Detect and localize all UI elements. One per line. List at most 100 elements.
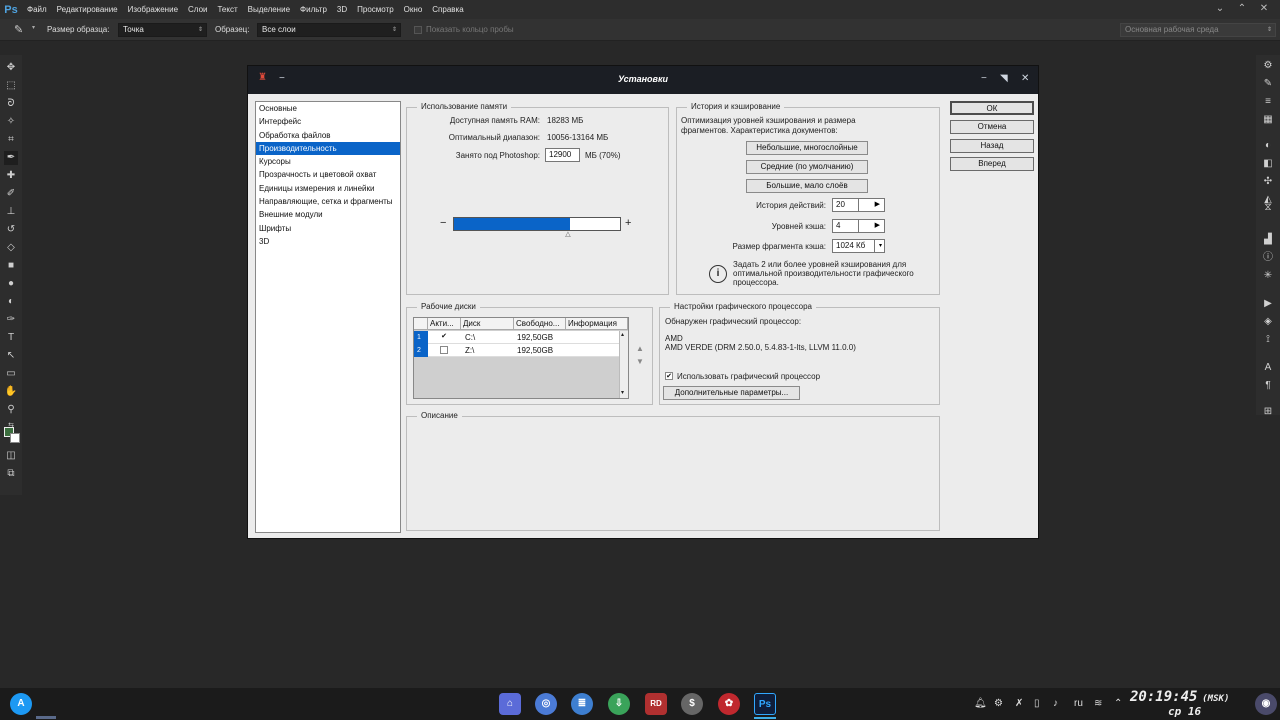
eraser-tool-icon[interactable]: ◇ [4,241,18,255]
cache-levels-dropdown-icon[interactable]: ▶ [858,220,884,232]
keyboard-layout[interactable]: ru [1074,698,1083,710]
category-transparency-gamut[interactable]: Прозрачность и цветовой охват [256,168,400,181]
title-restore-icon[interactable]: ◥ [1000,73,1008,85]
timeline-panel-icon[interactable]: ▶ [1261,297,1275,311]
history-states-input[interactable]: 20 ▶ [832,198,885,212]
volume-icon[interactable]: ♪ [1053,698,1058,710]
office-icon[interactable]: ≣ [571,693,593,715]
history-states-dropdown-icon[interactable]: ▶ [858,199,884,211]
photoshop-usage-input[interactable]: 12900 [545,148,580,162]
move-down-icon[interactable]: ▼ [636,357,644,366]
pen-tool-icon[interactable]: ✑ [4,313,18,327]
layers-panel-icon[interactable]: ◈ [1261,315,1275,329]
character-panel-icon[interactable]: A [1261,361,1275,375]
sample-size-select[interactable]: Точка ⇕ [118,23,207,37]
active-checkbox[interactable]: ✔ [440,333,448,341]
properties-panel-icon[interactable]: ⧖ [1261,201,1275,215]
settings-icon[interactable]: ⚙ [994,698,1003,710]
file-manager-icon[interactable]: ⌂ [499,693,521,715]
close-icon[interactable]: ✕ [1258,3,1270,15]
memory-increase-icon[interactable]: + [625,217,631,229]
dialog-title-bar[interactable]: ♜ − Установки − ◥ ✕ [248,66,1038,94]
maximize-icon[interactable]: ⌃ [1236,3,1248,15]
healing-brush-tool-icon[interactable]: ✚ [4,169,18,183]
memory-slider[interactable] [453,217,621,231]
dollar-app-icon[interactable]: $ [681,693,703,715]
category-file-handling[interactable]: Обработка файлов [256,129,400,142]
table-row[interactable]: 2 Z:\ 192,50GB [414,344,619,357]
patterns-panel-icon[interactable]: ✳ [1261,269,1275,283]
category-performance[interactable]: Производительность [256,141,400,156]
hand-tool-icon[interactable]: ✋ [4,385,18,399]
sample-select[interactable]: Все слои ⇕ [257,23,401,37]
menu-layers[interactable]: Слои [183,0,212,19]
column-header-active[interactable]: Акти... [428,318,461,330]
move-up-icon[interactable]: ▲ [636,344,644,353]
menu-view[interactable]: Просмотр [352,0,399,19]
workspace-select[interactable]: Основная рабочая среда ⇕ [1120,23,1276,37]
tray-expand-icon[interactable]: ⌃ [1114,698,1122,710]
category-interface[interactable]: Интерфейс [256,115,400,128]
recycle-app-icon[interactable]: ✿ [718,693,740,715]
big-flat-preset-button[interactable]: Большие, мало слоёв [746,179,868,193]
next-button[interactable]: Вперед [950,157,1034,171]
move-tool-icon[interactable]: ✥ [4,61,18,75]
menu-select[interactable]: Выделение [243,0,295,19]
styles-panel-icon[interactable]: ✣ [1261,175,1275,189]
advanced-settings-button[interactable]: Дополнительные параметры... [663,386,800,400]
clone-stamp-tool-icon[interactable]: ⊥ [4,205,18,219]
category-cursors[interactable]: Курсоры [256,155,400,168]
type-tool-icon[interactable]: T [4,331,18,345]
memory-slider-thumb-icon[interactable]: △ [565,230,570,238]
prev-button[interactable]: Назад [950,139,1034,153]
user-avatar-icon[interactable]: ◉ [1255,693,1277,715]
scroll-up-icon[interactable]: ▴ [621,331,624,338]
battery-icon[interactable]: ▯ [1034,698,1040,710]
background-color-swatch[interactable] [10,433,20,443]
close-tray-icon[interactable]: ✗ [1015,698,1023,710]
history-brush-tool-icon[interactable]: ↺ [4,223,18,237]
brush-panel-icon[interactable]: ✎ [1261,77,1275,91]
info-panel-icon[interactable]: ◧ [1261,157,1275,171]
menu-window[interactable]: Окно [399,0,428,19]
tool-presets-panel-icon[interactable]: ⊞ [1261,405,1275,419]
brush-tool-icon[interactable]: ✐ [4,187,18,201]
quick-select-tool-icon[interactable]: ✧ [4,115,18,129]
column-header-free-space[interactable]: Свободно... [514,318,566,330]
paragraph-panel-icon[interactable]: ¶ [1261,379,1275,393]
column-header-information[interactable]: Информация [566,318,628,330]
swatches-panel-icon[interactable]: ▦ [1261,113,1275,127]
active-checkbox[interactable] [440,346,448,354]
wifi-icon[interactable]: ≋ [1094,698,1102,710]
adjustments-panel-icon[interactable]: ≡ [1261,95,1275,109]
marquee-tool-icon[interactable]: ⬚ [4,79,18,93]
tool-preset-chevron-icon[interactable]: ▾ [32,24,35,31]
title-close-icon[interactable]: ✕ [1021,73,1029,85]
tall-thin-preset-button[interactable]: Небольшие, многослойные [746,141,868,155]
color-panel-icon[interactable]: ◐ [1261,139,1275,153]
title-minimize-icon[interactable]: − [981,73,987,85]
memory-decrease-icon[interactable]: − [440,217,446,229]
paths-panel-icon[interactable]: ⟟ [1261,333,1275,347]
download-manager-icon[interactable]: ⇩ [608,693,630,715]
blur-tool-icon[interactable]: ● [4,277,18,291]
menu-file[interactable]: Файл [22,0,52,19]
clock[interactable]: 20:19:45 (MSK) ср 16 [1130,689,1250,718]
rectangle-tool-icon[interactable]: ▭ [4,367,18,381]
dodge-tool-icon[interactable]: ◐ [4,295,18,309]
cache-levels-input[interactable]: 4 ▶ [832,219,885,233]
rider-icon[interactable]: RD [645,693,667,715]
scroll-down-icon[interactable]: ▾ [621,389,624,396]
eyedropper-tool-icon[interactable]: ✎ [14,23,23,36]
desktop-pager[interactable] [36,716,56,719]
cancel-button[interactable]: Отмена [950,120,1034,134]
notifications-icon[interactable]: 🔔︎ [974,698,987,710]
table-row[interactable]: 1 ✔ C:\ 192,50GB [414,331,619,344]
menu-3d[interactable]: 3D [332,0,352,19]
quick-mask-icon[interactable]: ◫ [4,449,18,463]
column-header-drive[interactable]: Диск [461,318,514,330]
crop-tool-icon[interactable]: ⌗ [4,133,18,147]
category-type[interactable]: Шрифты [256,222,400,235]
panel-3d-icon[interactable]: ⚙ [1261,59,1275,73]
lasso-tool-icon[interactable]: ᘐ [4,97,18,111]
